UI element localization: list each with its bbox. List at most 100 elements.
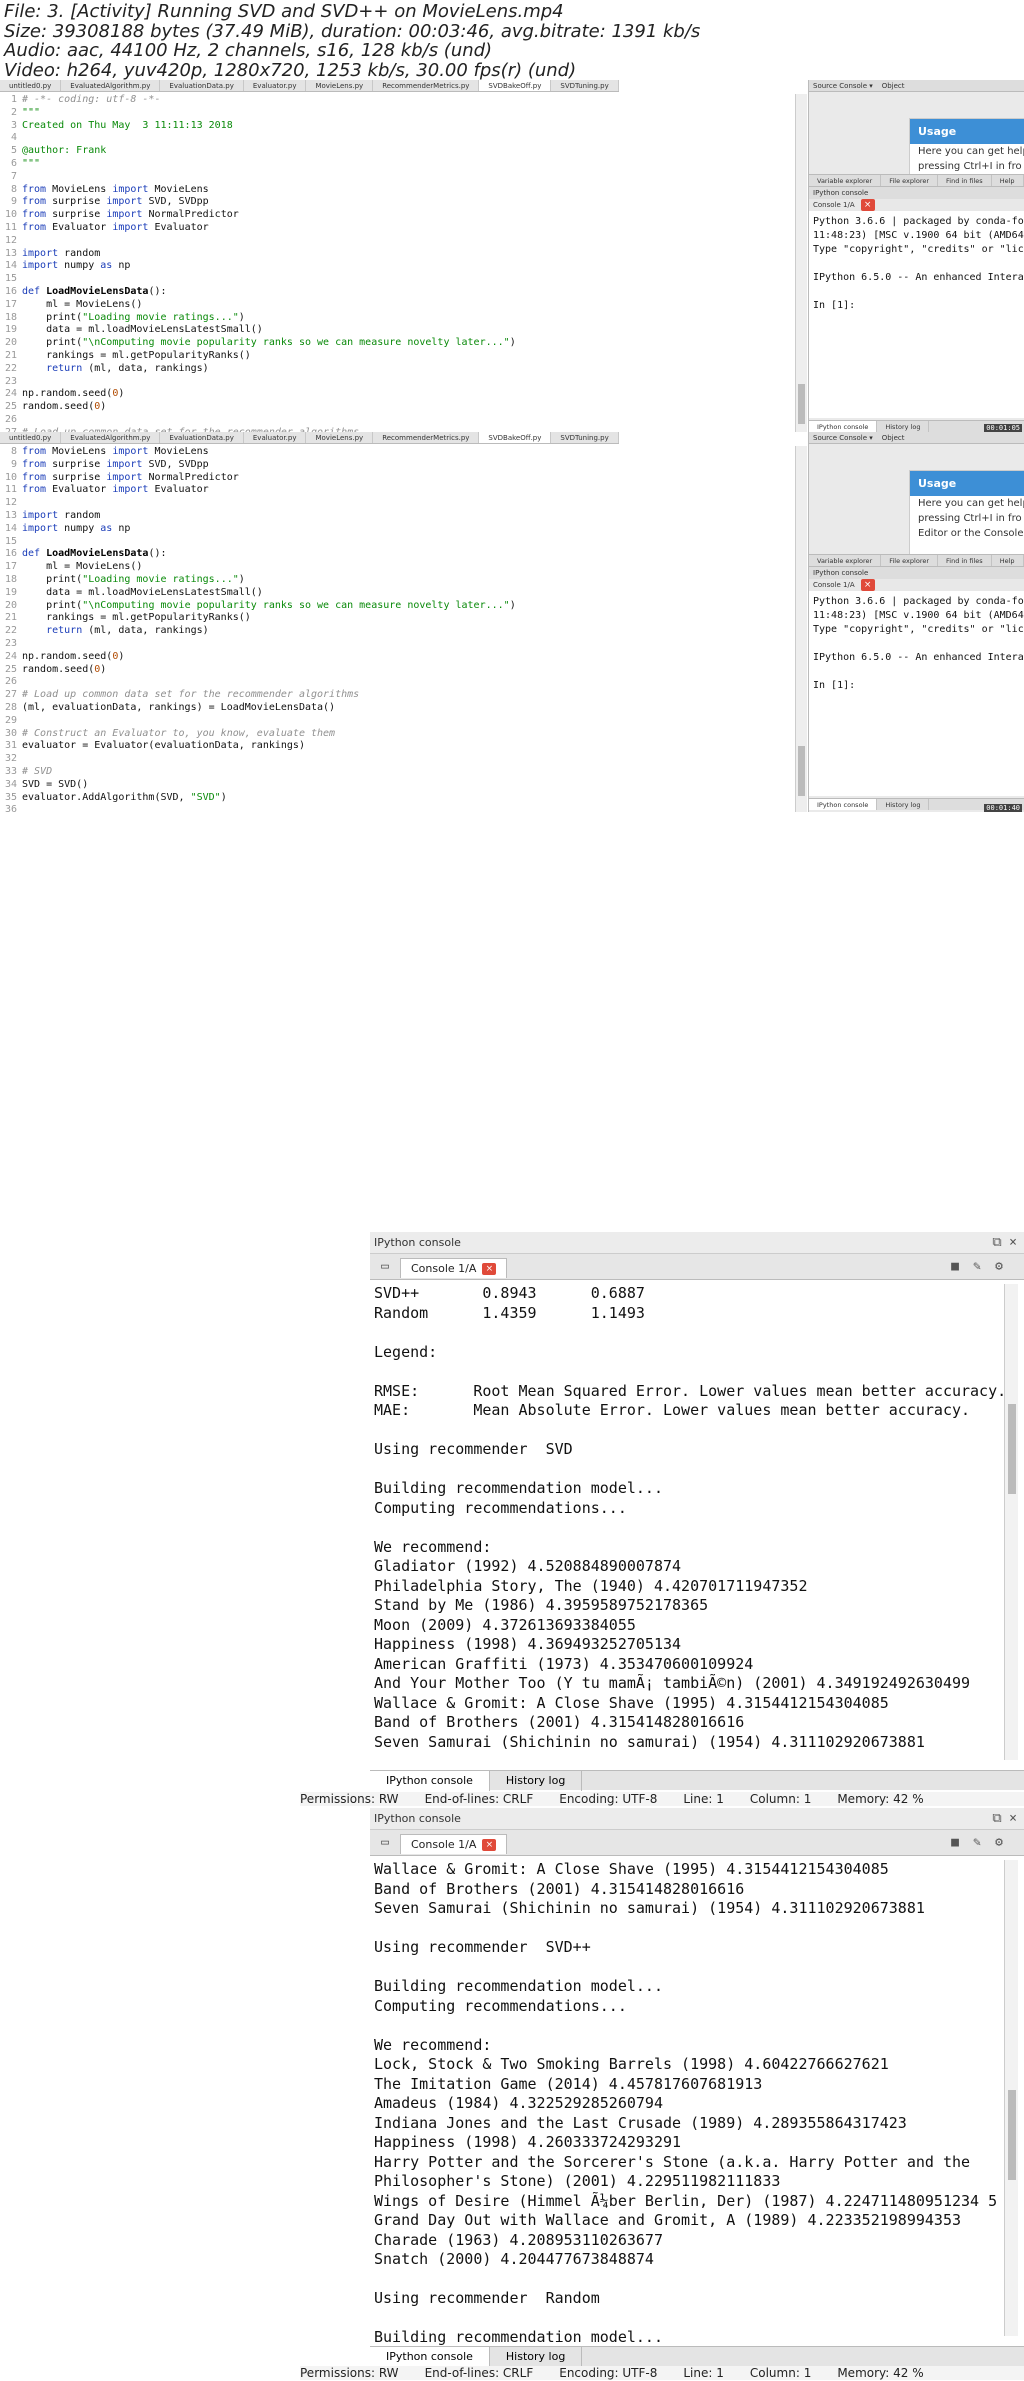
gear-icon[interactable]: ⚙ [992, 1260, 1006, 1274]
bottom-tab[interactable]: IPython console [370, 2347, 490, 2367]
code-line[interactable]: 20 print("\nComputing movie popularity r… [0, 600, 795, 613]
undock-icon[interactable]: ⧉ [990, 1236, 1004, 1250]
editor-tab[interactable]: SVDBakeOff.py [479, 432, 552, 443]
close-icon[interactable]: × [860, 579, 875, 591]
pane-tabs[interactable]: Variable explorer File explorer Find in fi… [809, 554, 1024, 566]
editor-tab[interactable]: EvaluationData.py [160, 432, 244, 443]
pane-tab[interactable]: Find in files [938, 555, 992, 566]
editor-tab[interactable]: SVDTuning.py [551, 432, 619, 443]
code-line[interactable]: 20 print("\nComputing movie popularity r… [0, 337, 795, 350]
code-line[interactable]: 24 np.random.seed(0) [0, 388, 795, 401]
code-line[interactable]: 16 def LoadMovieLensData(): [0, 286, 795, 299]
pane-tab[interactable]: Find in files [938, 175, 992, 186]
code-editor[interactable]: 1 # -*- coding: utf-8 -*- 2 """ 3 Created on … [0, 94, 795, 432]
code-line[interactable]: 16 def LoadMovieLensData(): [0, 548, 795, 561]
code-line[interactable]: 29 [0, 715, 795, 728]
code-line[interactable]: 19 data = ml.loadMovieLensLatestSmall() [0, 587, 795, 600]
editor-tab[interactable]: untitled0.py [0, 432, 62, 443]
code-line[interactable]: 9 from surprise import SVD, SVDpp [0, 196, 795, 209]
code-line[interactable]: 4 [0, 132, 795, 145]
code-line[interactable]: 14 import numpy as np [0, 260, 795, 273]
editor-tab[interactable]: EvaluatedAlgorithm.py [61, 80, 161, 91]
code-line[interactable]: 30 # Construct an Evaluator to, you know,… [0, 728, 795, 741]
console-scrollbar[interactable] [1004, 1284, 1018, 1760]
code-line[interactable]: 21 rankings = ml.getPopularityRanks() [0, 612, 795, 625]
code-line[interactable]: 23 [0, 376, 795, 389]
code-line[interactable]: 11 from Evaluator import Evaluator [0, 484, 795, 497]
code-line[interactable]: 35 evaluator.AddAlgorithm(SVD, "SVD") [0, 792, 795, 805]
code-line[interactable]: 17 ml = MovieLens() [0, 561, 795, 574]
code-line[interactable]: 2 """ [0, 107, 795, 120]
new-console-icon[interactable]: ▭ [378, 1260, 392, 1274]
stop-icon[interactable]: ■ [948, 1260, 962, 1274]
code-line[interactable]: 25 random.seed(0) [0, 401, 795, 414]
bottom-tab[interactable]: History log [490, 1771, 583, 1791]
code-line[interactable]: 18 print("Loading movie ratings...") [0, 312, 795, 325]
code-line[interactable]: 33 # SVD [0, 766, 795, 779]
bottom-tab[interactable]: IPython console [370, 1771, 490, 1791]
pane-tabs[interactable]: Variable explorer File explorer Find in fi… [809, 174, 1024, 186]
code-editor[interactable]: 8 from MovieLens import MovieLens 9 from su… [0, 446, 795, 812]
stop-icon[interactable]: ■ [948, 1836, 962, 1850]
code-line[interactable]: 17 ml = MovieLens() [0, 299, 795, 312]
pane-tab[interactable]: File explorer [881, 555, 939, 566]
close-icon[interactable]: × [482, 1839, 497, 1851]
code-line[interactable]: 19 data = ml.loadMovieLensLatestSmall() [0, 324, 795, 337]
editor-tab[interactable]: SVDBakeOff.py [479, 80, 552, 91]
code-line[interactable]: 15 [0, 536, 795, 549]
editor-tab[interactable]: SVDTuning.py [551, 80, 619, 91]
code-line[interactable]: 26 [0, 414, 795, 427]
console-scrollbar[interactable] [1004, 1860, 1018, 2336]
code-line[interactable]: 32 [0, 753, 795, 766]
console-tab[interactable]: Console 1/A × [809, 579, 1024, 591]
code-line[interactable]: 10 from surprise import NormalPredictor [0, 472, 795, 485]
console-tab[interactable]: Console 1/A × [809, 199, 1024, 211]
console-tab[interactable]: Console 1/A × [400, 1834, 508, 1854]
pane-tab[interactable]: History log [877, 799, 930, 810]
editor-tab[interactable]: EvaluationData.py [160, 80, 244, 91]
code-line[interactable]: 6 """ [0, 158, 795, 171]
close-pane-icon[interactable]: × [1006, 1236, 1020, 1250]
code-line[interactable]: 25 random.seed(0) [0, 664, 795, 677]
code-line[interactable]: 12 [0, 235, 795, 248]
code-line[interactable]: 36 [0, 804, 795, 812]
close-icon[interactable]: × [482, 1263, 497, 1275]
code-line[interactable]: 26 [0, 676, 795, 689]
clear-icon[interactable]: ✎ [970, 1260, 984, 1274]
editor-tab[interactable]: RecommenderMetrics.py [373, 80, 480, 91]
editor-tab[interactable]: EvaluatedAlgorithm.py [61, 432, 161, 443]
code-line[interactable]: 8 from MovieLens import MovieLens [0, 184, 795, 197]
code-line[interactable]: 11 from Evaluator import Evaluator [0, 222, 795, 235]
new-console-icon[interactable]: ▭ [378, 1836, 392, 1850]
pane-tab[interactable]: File explorer [881, 175, 939, 186]
code-line[interactable]: 13 import random [0, 510, 795, 523]
pane-tab[interactable]: Variable explorer [809, 555, 882, 566]
code-line[interactable]: 18 print("Loading movie ratings...") [0, 574, 795, 587]
code-line[interactable]: 28 (ml, evaluationData, rankings) = LoadM… [0, 702, 795, 715]
pane-tab[interactable]: Variable explorer [809, 175, 882, 186]
editor-tab[interactable]: MovieLens.py [306, 432, 374, 443]
code-line[interactable]: 24 np.random.seed(0) [0, 651, 795, 664]
code-line[interactable]: 21 rankings = ml.getPopularityRanks() [0, 350, 795, 363]
console-tab[interactable]: Console 1/A × [400, 1258, 508, 1278]
editor-tab[interactable]: untitled0.py [0, 80, 62, 91]
code-line[interactable]: 34 SVD = SVD() [0, 779, 795, 792]
pane-tab[interactable]: History log [877, 421, 930, 432]
editor-scrollbar[interactable] [795, 446, 807, 812]
editor-scrollbar[interactable] [795, 94, 807, 432]
code-line[interactable]: 31 evaluator = Evaluator(evaluationData, … [0, 740, 795, 753]
clear-icon[interactable]: ✎ [970, 1836, 984, 1850]
code-line[interactable]: 10 from surprise import NormalPredictor [0, 209, 795, 222]
code-line[interactable]: 22 return (ml, data, rankings) [0, 363, 795, 376]
code-line[interactable]: 1 # -*- coding: utf-8 -*- [0, 94, 795, 107]
code-line[interactable]: 14 import numpy as np [0, 523, 795, 536]
code-line[interactable]: 9 from surprise import SVD, SVDpp [0, 459, 795, 472]
editor-tab[interactable]: Evaluator.py [244, 432, 307, 443]
pane-tab[interactable]: IPython console [809, 421, 878, 432]
undock-icon[interactable]: ⧉ [990, 1812, 1004, 1826]
editor-tab[interactable]: MovieLens.py [306, 80, 374, 91]
editor-tab[interactable]: RecommenderMetrics.py [373, 432, 480, 443]
code-line[interactable]: 5 @author: Frank [0, 145, 795, 158]
pane-tab[interactable]: Help [992, 175, 1024, 186]
code-line[interactable]: 3 Created on Thu May 3 11:11:13 2018 [0, 120, 795, 133]
